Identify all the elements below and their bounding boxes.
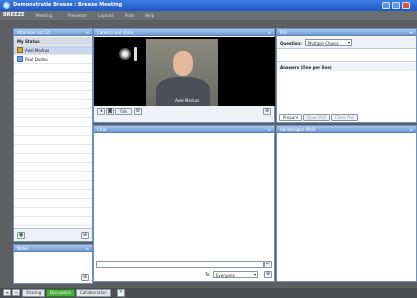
attendee-name: Paul Dodou [25,57,48,62]
tab-sharing[interactable]: Sharing [22,289,46,297]
camera-voice-pod: Camera and Voice ≡ Axel Markus ◂ ◙ Talk … [93,28,275,123]
webcam-icon [119,48,131,60]
attendee-name: Axel Markus [25,48,50,53]
recipient-select[interactable]: Everyone ▾ [213,271,258,278]
minimize-button[interactable] [382,2,390,9]
menu-meeting[interactable]: Meeting [36,13,52,18]
poll-pod-header: Poll ≡ [277,29,416,36]
status-header-label: My Status [17,39,40,44]
notes-pod-header: Notes ≡ [14,245,92,252]
pod-menu-icon[interactable]: ≡ [86,246,89,251]
poll-pod: Poll ≡ Question: Multiple Choice ▾ Answe… [276,28,417,123]
tab-collaboration[interactable]: Collaboration [76,289,111,297]
attendees-poll-pod: Aanwezigen (Poll) ≡ [276,125,417,282]
attendee-row[interactable]: Axel Markus [14,46,92,54]
camera-view: Axel Markus [94,37,275,106]
chat-messages [94,134,274,258]
open-poll-button[interactable]: Open Poll [303,114,330,121]
attendee-pod-title: Attendee List (2) [17,30,51,35]
participant-user-icon [17,56,23,62]
question-type-select[interactable]: Multiple Choice ▾ [305,39,352,46]
chat-pod-header: Chat ≡ [94,126,274,133]
camera-pod-header: Camera and Voice ≡ [94,29,274,36]
chat-pod: Chat ≡ ↵ To: Everyone ▾ ⊕ [93,125,275,282]
poll-question-bar: Question: Multiple Choice ▾ [277,37,416,49]
status-change-icon[interactable]: ● [17,232,25,239]
answers-header: Answers (One per line) [277,63,416,71]
menubar: BREEZE Meeting Presenter Layouts Pods He… [0,11,417,20]
pod-menu-icon[interactable]: ≡ [410,127,413,132]
chevron-down-icon: ▾ [347,40,350,45]
attendee-pod-header: Attendee List (2) ≡ [14,29,92,36]
attendee-row[interactable]: Paul Dodou [14,55,92,63]
attendees-poll-pod-title: Aanwezigen (Poll) [280,127,316,132]
zoom-icon[interactable]: ⊕ [264,271,272,278]
add-layout-icon[interactable]: + [117,289,125,297]
layout-icon[interactable]: ⊞ [3,289,11,296]
zoom-icon[interactable]: ⊕ [81,274,89,281]
talk-button[interactable]: Talk [115,108,132,115]
answers-input[interactable] [277,71,416,113]
attendee-pod-footer: ● ⊕ [14,228,92,241]
question-label: Question: [280,41,302,46]
attendee-list: My Status Axel Markus Paul Dodou [14,37,92,227]
chat-pod-title: Chat [97,127,107,132]
chat-input[interactable] [96,261,264,268]
camera-pod-title: Camera and Voice [97,30,134,35]
question-type-value: Multiple Choice [308,41,339,46]
options-icon[interactable]: ⚙ [134,108,142,115]
attendees-poll-pod-header: Aanwezigen (Poll) ≡ [277,126,416,133]
pod-menu-icon[interactable]: ≡ [86,30,89,35]
notes-area[interactable] [14,253,92,271]
app-icon [3,2,10,9]
answers-label: Answers (One per line) [280,65,332,70]
breeze-logo: BREEZE [3,12,25,18]
microphone-icon [134,47,137,61]
video-stream: Axel Markus [146,39,218,106]
talk-label: Talk [119,109,128,114]
window-title: Demonstratie Breeze : Breeze Meeting [13,2,123,8]
status-header-row[interactable]: My Status [14,37,92,45]
camera-icon[interactable]: ◂ [97,108,105,115]
participant-face [173,51,193,76]
menu-layouts[interactable]: Layouts [98,13,114,18]
video-caption: Axel Markus [175,98,200,103]
poll-pod-title: Poll [280,30,287,35]
zoom-icon[interactable]: ⊕ [81,232,89,239]
attendee-list-pod: Attendee List (2) ≡ My Status Axel Marku… [13,28,93,242]
question-input[interactable] [277,50,416,62]
recipient-value: Everyone [216,273,235,278]
to-label: To: [205,272,211,277]
host-user-icon [17,47,23,53]
notes-pod: Notes ≡ ⊕ [13,244,93,284]
chevron-down-icon: ▾ [253,272,256,277]
share-icon[interactable]: ⊟ [12,289,20,296]
close-poll-button[interactable]: Close Poll [331,114,359,121]
camera-settings-icon[interactable]: ◙ [106,108,114,115]
maximize-button[interactable] [392,2,400,9]
prepare-button[interactable]: Prepare [279,114,303,121]
send-icon[interactable]: ↵ [264,261,272,268]
close-button[interactable] [402,2,410,9]
pod-menu-icon[interactable]: ≡ [268,30,271,35]
zoom-icon[interactable]: ⊕ [263,108,271,115]
layout-bar: ⊞ ⊟ Sharing Discussion Collaboration + [0,288,417,298]
menu-help[interactable]: Help [145,13,154,18]
menu-pods[interactable]: Pods [125,13,134,18]
pod-menu-icon[interactable]: ≡ [410,30,413,35]
menu-presenter[interactable]: Presenter [68,13,87,18]
attendees-poll-content [277,134,416,281]
pod-menu-icon[interactable]: ≡ [268,127,271,132]
tab-discussion[interactable]: Discussion [46,289,76,297]
notes-pod-title: Notes [17,246,29,251]
window-titlebar[interactable]: Demonstratie Breeze : Breeze Meeting [0,0,417,11]
